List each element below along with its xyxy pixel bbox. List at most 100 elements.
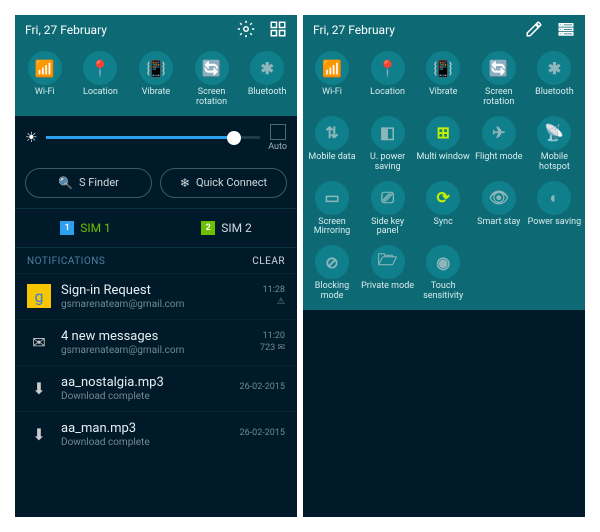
notification-title: Sign-in Request (61, 283, 253, 298)
rotation-icon: 🔄 (482, 51, 516, 85)
toggle-private[interactable]: 🗁 Private mode (361, 245, 415, 302)
notifications-header: NOTIFICATIONS CLEAR (15, 248, 297, 273)
download-icon: ⬇ (27, 422, 51, 446)
quick-toggle-row: 📶Wi-Fi📍Location📳Vibrate🔄Screen rotation✱… (15, 45, 297, 116)
toggle-label: Screen rotation (472, 88, 526, 108)
notification-title: aa_man.mp3 (61, 421, 230, 436)
notification-shade-expanded: Fri, 27 February 📶Wi-Fi 📍 Location 📳Vibrate… (303, 15, 585, 517)
notification-list: gSign-in Requestgsmarenateam@gmail.com11… (15, 273, 297, 457)
powersave-icon: ◐ (537, 181, 571, 215)
toggle-wifi[interactable]: 📶Wi-Fi (305, 51, 359, 108)
toggle-touch[interactable]: ◉ Touch sensitivity (416, 245, 470, 302)
toggle-label: Vibrate (429, 88, 457, 106)
toggle-mobiledata[interactable]: ⇅Mobile data (305, 116, 359, 173)
notification-item[interactable]: ✉4 new messagesgsmarenateam@gmail.com11:… (15, 319, 297, 365)
blocking-icon: ⊘ (315, 245, 349, 279)
action-row: 🔍 S Finder ❄ Quick Connect (15, 162, 297, 208)
location-icon: 📍 (371, 51, 405, 85)
toggle-location[interactable]: 📍 Location (361, 51, 415, 108)
notification-subtitle: Download complete (61, 391, 230, 402)
toggle-wifi[interactable]: 📶 Wi-Fi (18, 51, 72, 108)
status-bar: Fri, 27 February (303, 15, 585, 45)
brightness-slider[interactable] (46, 136, 261, 139)
flight-icon: ✈ (482, 116, 516, 150)
toggle-mirror[interactable]: ▭Screen Mirroring (305, 181, 359, 238)
toggle-bluetooth[interactable]: ✱ Bluetooth (240, 51, 294, 108)
sim-row: 1SIM 1 2SIM 2 (15, 208, 297, 248)
wifi-icon: 📶 (315, 51, 349, 85)
smartstay-icon: 👁 (482, 181, 516, 215)
download-icon: ⬇ (27, 376, 51, 400)
notification-title: aa_nostalgia.mp3 (61, 375, 230, 390)
quick-connect-button[interactable]: ❄ Quick Connect (160, 168, 287, 198)
notification-item[interactable]: gSign-in Requestgsmarenateam@gmail.com11… (15, 273, 297, 319)
notification-subtitle: gsmarenateam@gmail.com (61, 299, 253, 310)
notification-item[interactable]: ⬇ aa_man.mp3Download complete 26-02-2015 (15, 411, 297, 457)
bluetooth-icon: ✱ (250, 51, 284, 85)
toggle-label: Bluetooth (248, 88, 287, 106)
google-icon: g (27, 284, 51, 308)
sync-icon: ⟳ (426, 181, 460, 215)
auto-brightness-checkbox[interactable]: Auto (268, 124, 287, 152)
list-icon[interactable] (557, 20, 575, 41)
rotation-icon: 🔄 (195, 51, 229, 85)
notifications-label: NOTIFICATIONS (27, 256, 105, 267)
toggle-label: Mobile hotspot (527, 153, 581, 173)
toggle-label: Screen Mirroring (305, 218, 359, 238)
location-icon: 📍 (83, 51, 117, 85)
toggle-label: Wi-Fi (35, 88, 55, 106)
toggle-label: Bluetooth (535, 88, 574, 106)
notification-meta: 26-02-2015 (240, 382, 285, 394)
toggle-sidekey[interactable]: ⎚Side key panel (361, 181, 415, 238)
bluetooth-icon: ✱ (537, 51, 571, 85)
toggle-label: Sync (434, 218, 453, 236)
toggle-flight[interactable]: ✈ Flight mode (472, 116, 526, 173)
toggle-powersave[interactable]: ◐Power saving (527, 181, 581, 238)
toggle-label: U. power saving (361, 153, 415, 173)
sfinder-button[interactable]: 🔍 S Finder (25, 168, 152, 198)
toggle-smartstay[interactable]: 👁Smart stay (472, 181, 526, 238)
private-icon: 🗁 (371, 245, 405, 279)
toggle-label: Vibrate (142, 88, 170, 106)
notification-item[interactable]: ⬇ aa_nostalgia.mp3Download complete 26-02-… (15, 365, 297, 411)
toggle-label: Location (83, 88, 118, 106)
toggle-label: Private mode (361, 282, 414, 300)
toggle-vibrate[interactable]: 📳Vibrate (416, 51, 470, 108)
toggle-blocking[interactable]: ⊘Blocking mode (305, 245, 359, 302)
edit-icon[interactable] (525, 20, 543, 41)
toggle-rotation[interactable]: 🔄 Screen rotation (472, 51, 526, 108)
multiwindow-icon: ⊞ (426, 116, 460, 150)
toggle-sync[interactable]: ⟳ Sync (416, 181, 470, 238)
toggle-vibrate[interactable]: 📳Vibrate (129, 51, 183, 108)
mail-icon: ✉ (27, 330, 51, 354)
toggle-upowersave[interactable]: ◧ U. power saving (361, 116, 415, 173)
toggle-multiwindow[interactable]: ⊞ Multi window (416, 116, 470, 173)
notification-subtitle: Download complete (61, 437, 230, 448)
wifi-icon: 📶 (28, 51, 62, 85)
toggle-label: Screen rotation (185, 88, 239, 108)
sim-2-tab[interactable]: 2SIM 2 (156, 209, 297, 247)
grid-icon[interactable] (269, 20, 287, 41)
toggle-location[interactable]: 📍 Location (73, 51, 127, 108)
notification-shade-collapsed: Fri, 27 February 📶 Wi-Fi 📍 Location 📳Vibrate… (15, 15, 297, 517)
search-icon: 🔍 (58, 176, 73, 190)
toggle-label: Touch sensitivity (416, 282, 470, 302)
touch-icon: ◉ (426, 245, 460, 279)
notification-subtitle: gsmarenateam@gmail.com (61, 345, 250, 356)
upowersave-icon: ◧ (371, 116, 405, 150)
clear-button[interactable]: CLEAR (252, 256, 285, 267)
toggle-label: Multi window (417, 153, 470, 171)
toggle-rotation[interactable]: 🔄 Screen rotation (185, 51, 239, 108)
notification-meta: 11:20723 ✉ (260, 331, 285, 353)
status-date: Fri, 27 February (313, 23, 395, 37)
notification-meta: 26-02-2015 (240, 428, 285, 440)
toggle-label: Flight mode (475, 153, 522, 171)
connect-icon: ❄ (180, 176, 190, 190)
status-bar: Fri, 27 February (15, 15, 297, 45)
sim-1-tab[interactable]: 1SIM 1 (15, 209, 156, 247)
settings-icon[interactable] (237, 20, 255, 41)
toggle-bluetooth[interactable]: ✱ Bluetooth (527, 51, 581, 108)
toggle-hotspot[interactable]: 📡Mobile hotspot (527, 116, 581, 173)
quick-toggle-grid: 📶Wi-Fi📍Location📳Vibrate🔄Screen rotation✱… (303, 45, 585, 310)
toggle-label: Location (370, 88, 405, 106)
